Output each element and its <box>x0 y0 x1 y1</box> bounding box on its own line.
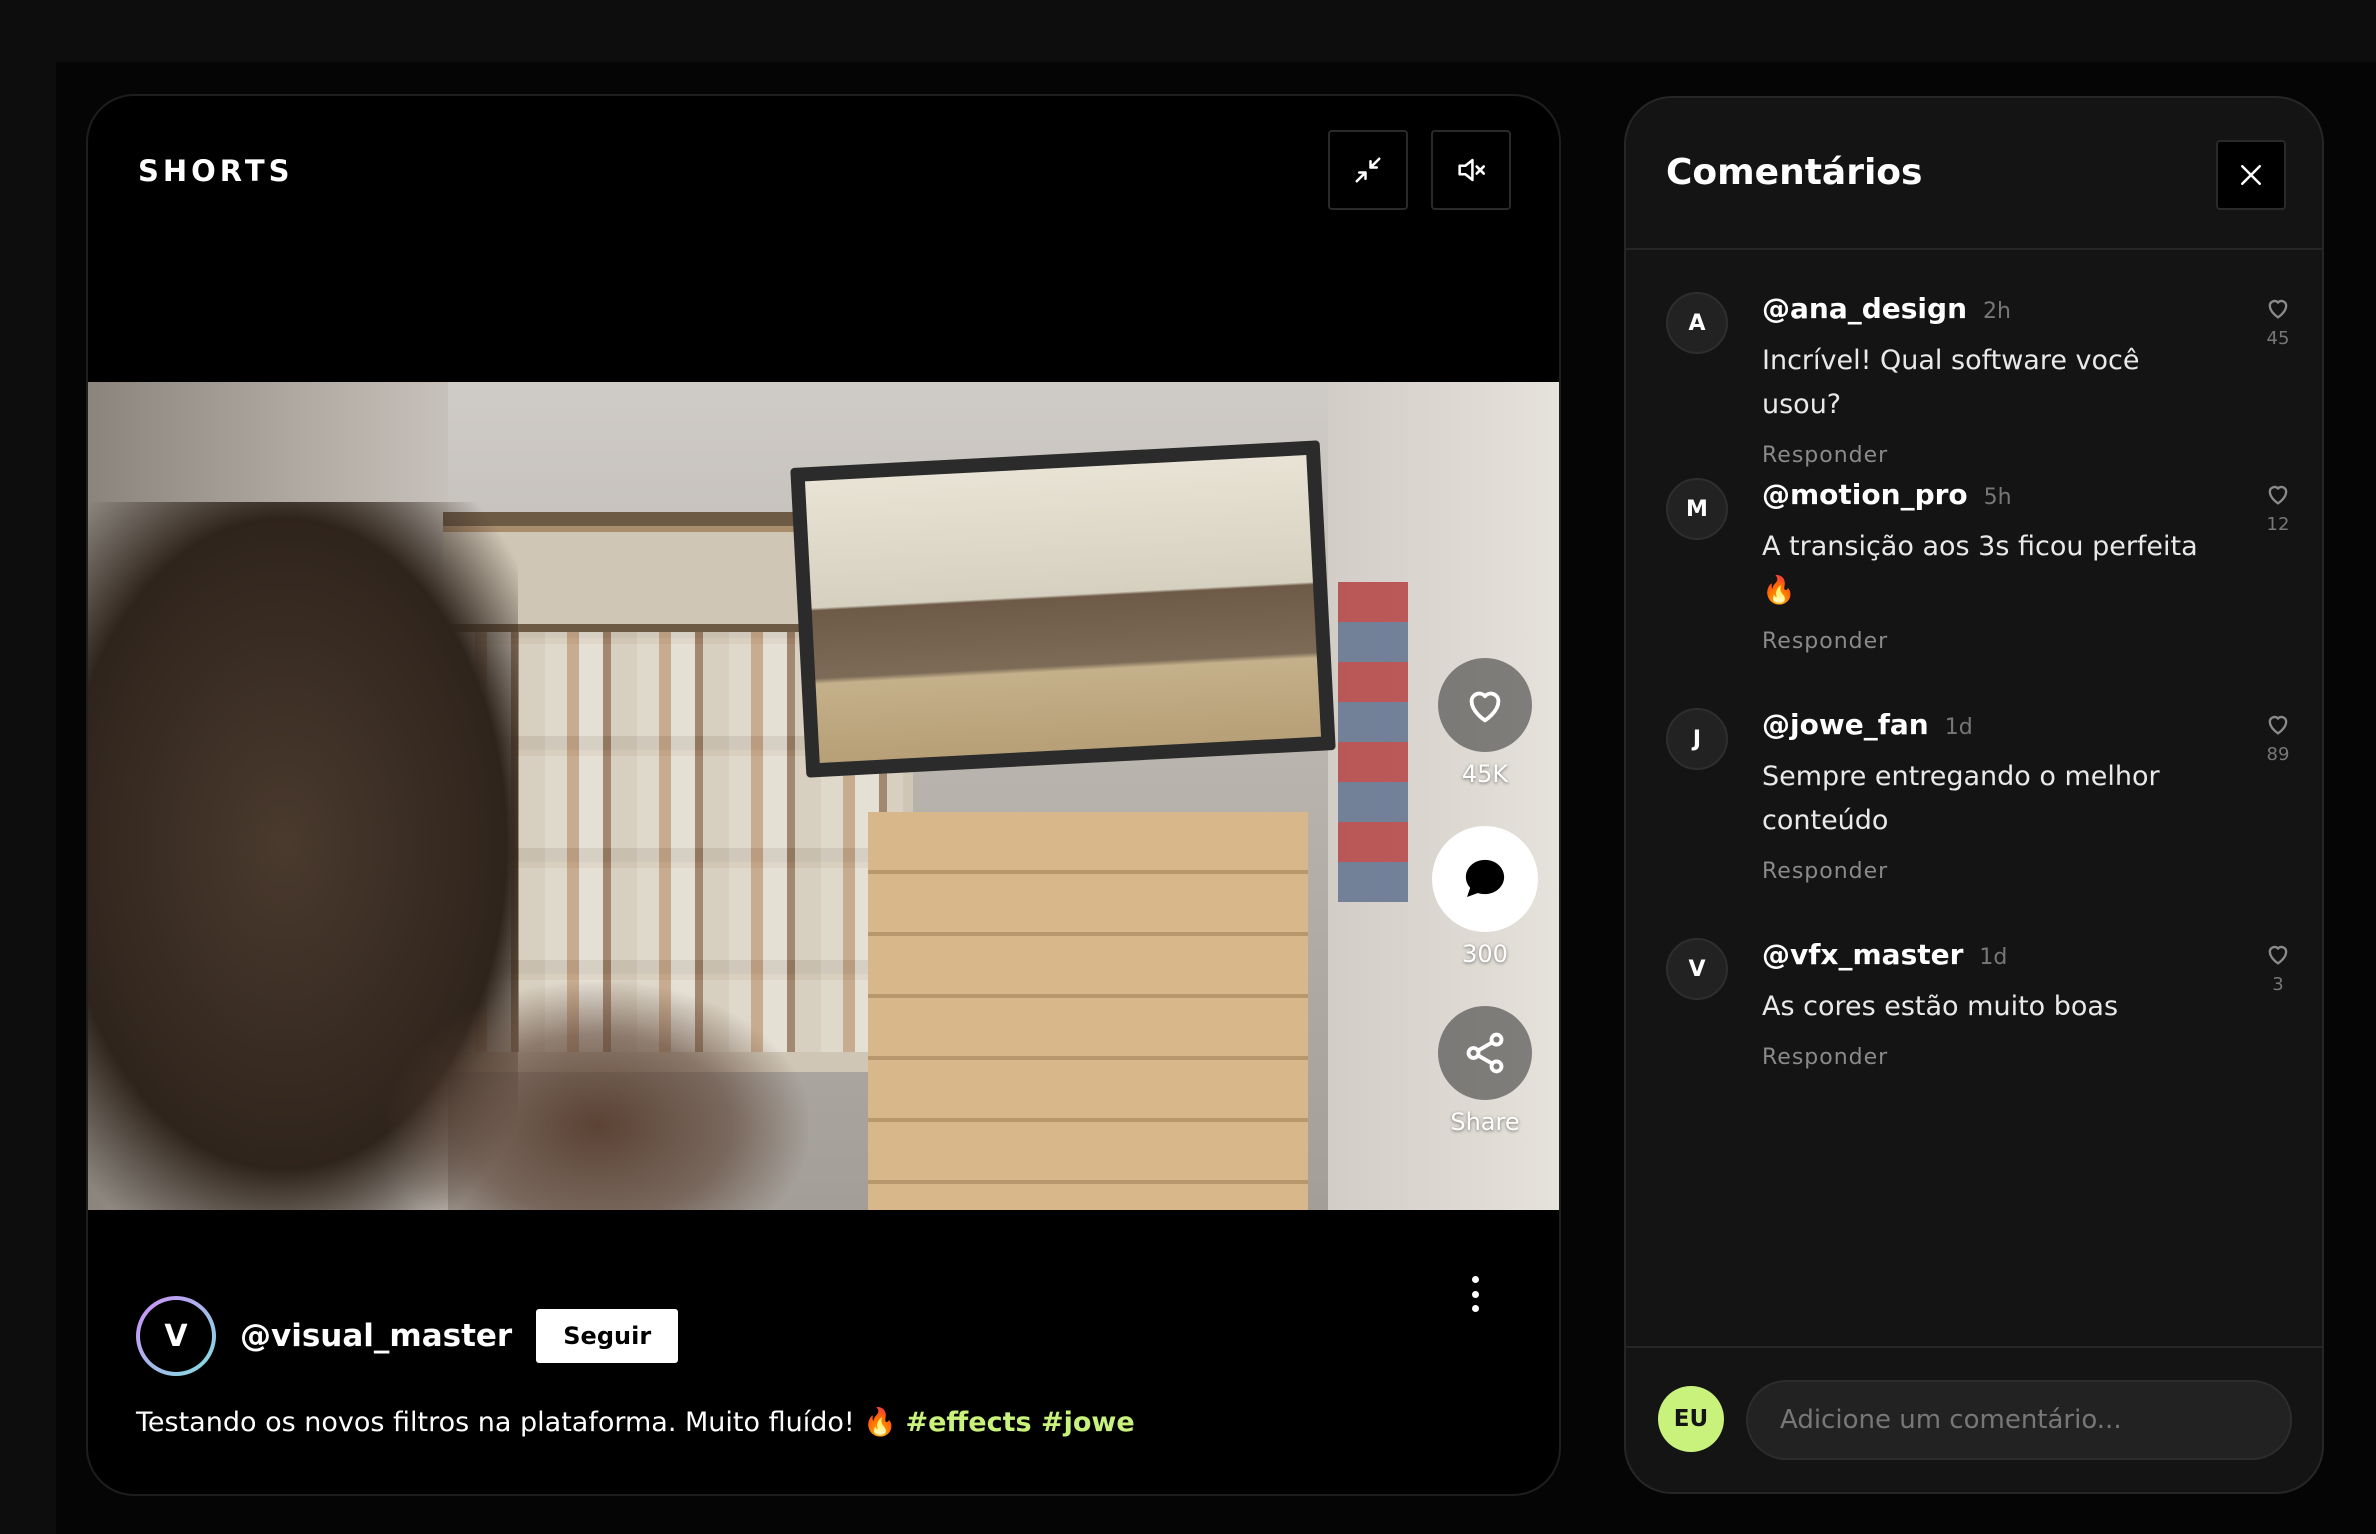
comments-panel: Comentários A @ana_design 2h Incrível! Q… <box>1624 96 2324 1494</box>
author-handle[interactable]: @visual_master <box>240 1318 512 1354</box>
comment-body: @jowe_fan 1d Sempre entregando o melhor … <box>1762 708 2222 884</box>
current-user-avatar: EU <box>1658 1386 1724 1452</box>
follow-button[interactable]: Seguir <box>536 1309 679 1363</box>
caption-hashtags[interactable]: #effects #jowe <box>906 1407 1135 1438</box>
comment-timestamp: 2h <box>1983 299 2011 324</box>
comment-username[interactable]: @jowe_fan <box>1762 708 1929 741</box>
heart-outline-icon <box>2268 299 2288 319</box>
chat-bubble-icon <box>1465 859 1505 897</box>
heart-outline-icon <box>2268 945 2288 965</box>
kebab-dot <box>1471 1290 1479 1298</box>
comment-like[interactable]: 12 <box>2258 480 2298 535</box>
comment-username[interactable]: @ana_design <box>1762 292 1967 325</box>
comment-timestamp: 1d <box>1944 715 1973 740</box>
share-label: Share <box>1450 1108 1520 1136</box>
mute-button[interactable] <box>1431 130 1511 210</box>
kebab-dot <box>1471 1276 1479 1283</box>
comment-meta: @jowe_fan 1d <box>1762 708 2222 741</box>
volume-mute-icon <box>1458 158 1486 182</box>
comment-avatar[interactable]: J <box>1666 708 1728 770</box>
comment-avatar[interactable]: A <box>1666 292 1728 354</box>
comment-like-count: 3 <box>2272 974 2284 995</box>
close-comments-button[interactable] <box>2216 140 2286 210</box>
comment-action: 300 <box>1428 826 1542 968</box>
video-frame[interactable] <box>88 382 1559 1210</box>
comment-text: A transição aos 3s ficou perfeita 🔥 <box>1762 531 2198 606</box>
video-scene-cloth <box>1338 582 1408 902</box>
video-caption: Testando os novos filtros na plataforma.… <box>136 1406 1135 1438</box>
comment-avatar[interactable]: M <box>1666 478 1728 540</box>
action-rail: 45K 300 Share <box>1428 658 1542 1136</box>
video-scene-arm <box>388 982 808 1210</box>
comments-header: Comentários <box>1626 98 2322 250</box>
comment-username[interactable]: @motion_pro <box>1762 478 1968 511</box>
author-avatar[interactable]: V <box>136 1296 216 1376</box>
comment-meta: @ana_design 2h <box>1762 292 2222 325</box>
kebab-dot <box>1471 1305 1479 1312</box>
more-options-button[interactable] <box>1460 1274 1490 1314</box>
comment-timestamp: 1d <box>1979 945 2008 970</box>
like-button[interactable] <box>1438 658 1532 752</box>
comment-like[interactable]: 3 <box>2258 940 2298 995</box>
comment-meta: @vfx_master 1d <box>1762 938 2222 971</box>
comment-body: @motion_pro 5h A transição aos 3s ficou … <box>1762 478 2222 654</box>
comment-avatar[interactable]: V <box>1666 938 1728 1000</box>
like-count: 45K <box>1461 760 1509 788</box>
heart-icon <box>1469 691 1501 723</box>
comment-meta: @motion_pro 5h <box>1762 478 2222 511</box>
comment-text: Incrível! Qual software você usou? <box>1762 345 2140 420</box>
comment-body: @vfx_master 1d As cores estão muito boas… <box>1762 938 2222 1070</box>
comment-body: @ana_design 2h Incrível! Qual software v… <box>1762 292 2222 468</box>
comment-timestamp: 5h <box>1983 485 2012 510</box>
video-scene-cabinet <box>868 812 1308 1210</box>
reply-button[interactable]: Responder <box>1762 443 2222 468</box>
shorts-player: SHORTS 45K 300 Share V @visual_master Se… <box>86 94 1561 1496</box>
comment-username[interactable]: @vfx_master <box>1762 938 1963 971</box>
comment-like-count: 89 <box>2266 744 2290 765</box>
close-icon <box>2241 165 2261 185</box>
comment-like[interactable]: 45 <box>2258 294 2298 349</box>
comments-button[interactable] <box>1432 826 1538 932</box>
comments-title: Comentários <box>1666 152 1923 193</box>
comment-composer: EU <box>1626 1346 2322 1492</box>
heart-outline-icon <box>2268 715 2288 735</box>
comment-text: Sempre entregando o melhor conteúdo <box>1762 761 2160 836</box>
reply-button[interactable]: Responder <box>1762 859 2222 884</box>
comment-text: As cores estão muito boas <box>1762 991 2119 1022</box>
comment-input[interactable] <box>1746 1380 2292 1460</box>
share-action: Share <box>1428 1006 1542 1136</box>
author-row: V @visual_master Seguir <box>136 1296 679 1376</box>
reply-button[interactable]: Responder <box>1762 1045 2222 1070</box>
comment-like-count: 12 <box>2266 514 2290 535</box>
reply-button[interactable]: Responder <box>1762 629 2222 654</box>
minimize-button[interactable] <box>1328 130 1408 210</box>
caption-text: Testando os novos filtros na plataforma.… <box>136 1407 897 1438</box>
comment-count: 300 <box>1462 940 1508 968</box>
video-scene-tv <box>790 440 1336 778</box>
heart-outline-icon <box>2268 485 2288 505</box>
like-action: 45K <box>1428 658 1542 788</box>
author-initial: V <box>140 1300 212 1372</box>
comment-like[interactable]: 89 <box>2258 710 2298 765</box>
minimize-icon <box>1355 157 1381 183</box>
share-icon <box>1466 1032 1504 1074</box>
share-button[interactable] <box>1438 1006 1532 1100</box>
comment-like-count: 45 <box>2266 328 2290 349</box>
brand-title: SHORTS <box>138 154 294 188</box>
